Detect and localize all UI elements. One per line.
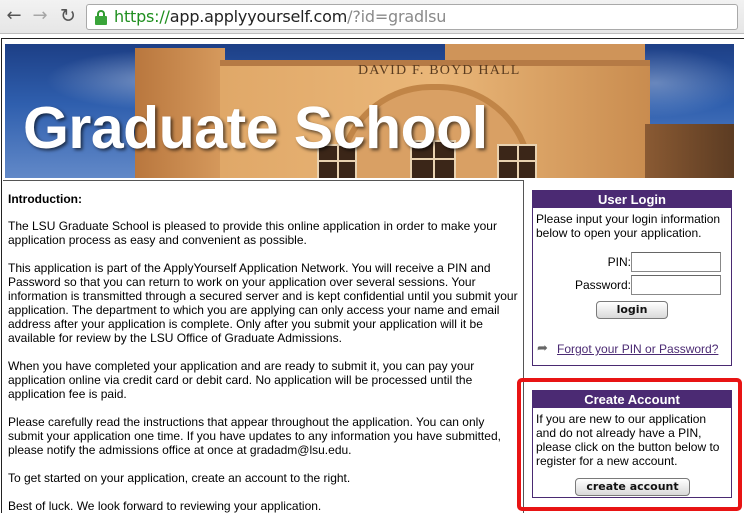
user-login-header: User Login [533, 191, 731, 208]
banner-title: Graduate School [23, 95, 488, 161]
url-text[interactable]: https://app.applyyourself.com/?id=gradls… [114, 7, 446, 27]
forgot-pin-password-link[interactable]: Forgot your PIN or Password? [557, 342, 718, 356]
building-name: DAVID F. BOYD HALL [358, 63, 521, 78]
intro-paragraph: Best of luck. We look forward to reviewi… [8, 499, 322, 513]
back-arrow-icon[interactable]: ← [3, 5, 25, 27]
arrow-right-box-icon: ➦ [537, 341, 548, 356]
url-host: app.applyyourself.com [169, 7, 348, 26]
banner-image: DAVID F. BOYD HALL Graduate School [5, 44, 734, 178]
user-login-box: User Login Please input your login infor… [532, 190, 732, 366]
reload-icon[interactable]: ↻ [57, 5, 79, 27]
password-label: Password: [574, 278, 631, 292]
intro-paragraph: The LSU Graduate School is pleased to pr… [8, 219, 497, 247]
pin-input[interactable] [631, 252, 721, 272]
intro-paragraph: Please carefully read the instructions t… [8, 415, 501, 457]
browser-toolbar: ← → ↻ https://app.applyyourself.com/?id=… [0, 0, 744, 34]
pin-row: PIN: [533, 252, 733, 272]
url-scheme: https:// [114, 7, 170, 26]
login-instructions: Please input your login information belo… [536, 212, 721, 240]
address-bar[interactable]: https://app.applyyourself.com/?id=gradls… [86, 4, 738, 30]
intro-section: Introduction: The LSU Graduate School is… [8, 192, 520, 513]
url-path: /?id=gradlsu [347, 7, 447, 26]
forgot-row: ➦ Forgot your PIN or Password? [535, 342, 731, 358]
forward-arrow-icon[interactable]: → [29, 5, 51, 27]
intro-paragraph: When you have completed your application… [8, 359, 475, 401]
login-button[interactable]: login [596, 301, 668, 319]
pin-label: PIN: [607, 255, 631, 269]
highlight-box [517, 378, 742, 511]
lock-icon [95, 10, 107, 25]
intro-heading: Introduction: [8, 192, 82, 206]
intro-paragraph: This application is part of the ApplyYou… [8, 261, 518, 345]
password-input[interactable] [631, 275, 721, 295]
intro-paragraph: To get started on your application, crea… [8, 471, 351, 485]
password-row: Password: [533, 275, 733, 295]
